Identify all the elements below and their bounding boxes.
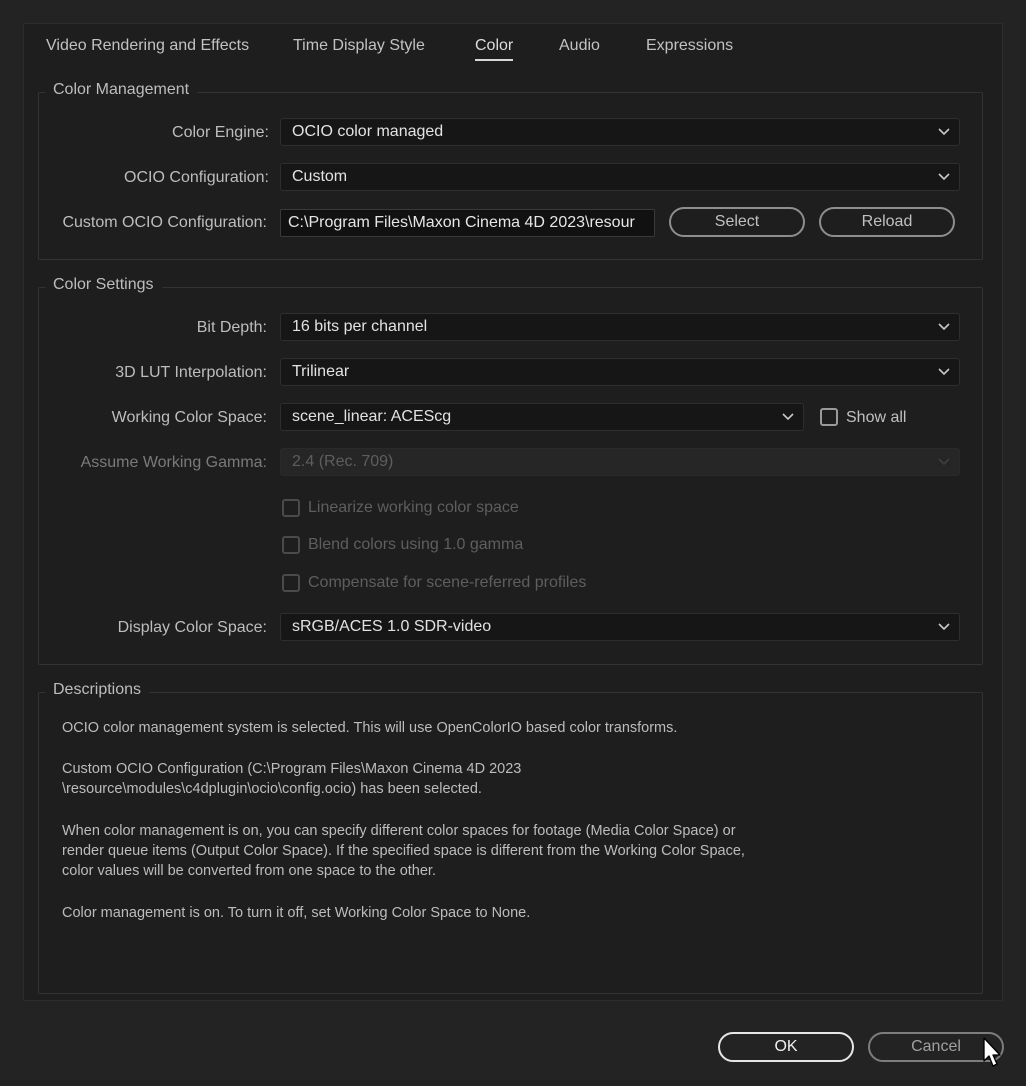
- custom-ocio-path-field[interactable]: C:\Program Files\Maxon Cinema 4D 2023\re…: [280, 209, 655, 237]
- color-engine-dropdown[interactable]: OCIO color managed: [280, 118, 960, 146]
- description-paragraph: Custom OCIO Configuration (C:\Program Fi…: [62, 761, 522, 777]
- display-color-space-label: Display Color Space:: [117, 619, 267, 636]
- lut-interpolation-label: 3D LUT Interpolation:: [115, 364, 267, 381]
- tab-audio[interactable]: Audio: [559, 37, 600, 55]
- chevron-down-icon: [938, 128, 950, 136]
- color-engine-label: Color Engine:: [172, 124, 269, 141]
- ocio-config-value: Custom: [292, 168, 348, 185]
- tab-time-display-style[interactable]: Time Display Style: [293, 37, 425, 55]
- description-paragraph: OCIO color management system is selected…: [62, 720, 678, 736]
- display-color-space-value: sRGB/ACES 1.0 SDR-video: [292, 618, 492, 635]
- working-color-space-label: Working Color Space:: [111, 409, 267, 426]
- chevron-down-icon: [938, 173, 950, 181]
- ocio-config-dropdown[interactable]: Custom: [280, 163, 960, 191]
- description-paragraph: When color management is on, you can spe…: [62, 823, 736, 839]
- blend-colors-label: Blend colors using 1.0 gamma: [308, 536, 524, 553]
- reload-button[interactable]: Reload: [819, 207, 955, 237]
- compensate-checkbox: [282, 574, 300, 592]
- working-color-space-dropdown[interactable]: scene_linear: ACEScg: [280, 403, 804, 431]
- custom-ocio-path-value: C:\Program Files\Maxon Cinema 4D 2023\re…: [288, 214, 635, 231]
- assume-gamma-label: Assume Working Gamma:: [80, 454, 267, 471]
- ok-button[interactable]: OK: [718, 1032, 854, 1062]
- chevron-down-icon: [938, 323, 950, 331]
- description-paragraph: \resource\modules\c4dplugin\ocio\config.…: [62, 781, 482, 797]
- linearize-checkbox: [282, 499, 300, 517]
- lut-interpolation-value: Trilinear: [292, 363, 350, 380]
- bit-depth-value: 16 bits per channel: [292, 318, 428, 335]
- chevron-down-icon: [782, 413, 794, 421]
- color-management-title: Color Management: [45, 81, 198, 99]
- preferences-panel: Video Rendering and Effects Time Display…: [23, 23, 1003, 1001]
- blend-colors-checkbox: [282, 536, 300, 554]
- descriptions-text: OCIO color management system is selected…: [62, 718, 745, 923]
- mouse-pointer-icon: [983, 1037, 1001, 1067]
- display-color-space-dropdown[interactable]: sRGB/ACES 1.0 SDR-video: [280, 613, 960, 641]
- description-paragraph: render queue items (Output Color Space).…: [62, 843, 745, 859]
- assume-gamma-value: 2.4 (Rec. 709): [292, 453, 394, 470]
- color-engine-value: OCIO color managed: [292, 123, 444, 140]
- working-color-space-value: scene_linear: ACEScg: [292, 408, 452, 425]
- color-settings-group: Color Settings: [38, 276, 983, 665]
- bit-depth-label: Bit Depth:: [196, 319, 267, 336]
- lut-interpolation-dropdown[interactable]: Trilinear: [280, 358, 960, 386]
- tab-expressions[interactable]: Expressions: [646, 37, 733, 55]
- description-paragraph: Color management is on. To turn it off, …: [62, 905, 531, 921]
- chevron-down-icon: [938, 623, 950, 631]
- assume-gamma-dropdown: 2.4 (Rec. 709): [280, 448, 960, 476]
- select-button[interactable]: Select: [669, 207, 805, 237]
- descriptions-title: Descriptions: [45, 681, 150, 699]
- tab-bar: Video Rendering and Effects Time Display…: [24, 24, 1002, 84]
- bit-depth-dropdown[interactable]: 16 bits per channel: [280, 313, 960, 341]
- show-all-label: Show all: [846, 409, 907, 426]
- linearize-label: Linearize working color space: [308, 499, 519, 516]
- show-all-checkbox[interactable]: [820, 408, 838, 426]
- ocio-config-label: OCIO Configuration:: [124, 169, 269, 186]
- compensate-label: Compensate for scene-referred profiles: [308, 574, 587, 591]
- description-paragraph: color values will be converted from one …: [62, 863, 436, 879]
- color-settings-title: Color Settings: [45, 276, 162, 294]
- chevron-down-icon: [938, 368, 950, 376]
- chevron-down-icon: [938, 458, 950, 466]
- tab-color[interactable]: Color: [475, 37, 514, 61]
- custom-ocio-label: Custom OCIO Configuration:: [62, 214, 267, 231]
- tab-video-rendering[interactable]: Video Rendering and Effects: [46, 37, 249, 55]
